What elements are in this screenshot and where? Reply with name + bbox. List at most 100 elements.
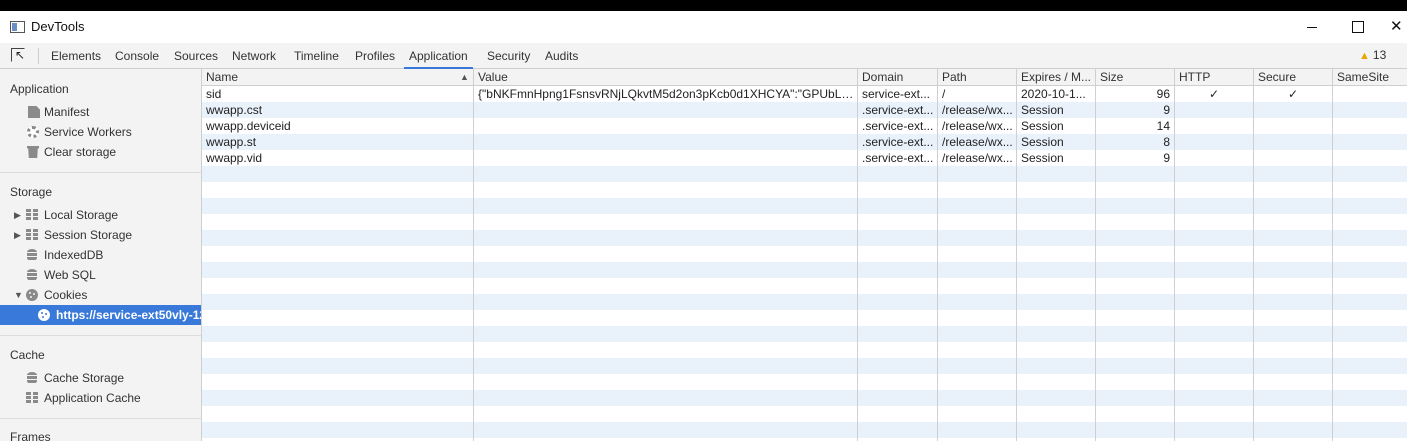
cell-size: 96 [1156, 87, 1170, 101]
cell-samesite [1333, 134, 1407, 150]
collapse-arrow-icon[interactable]: ▼ [14, 285, 23, 305]
cell-samesite [1333, 102, 1407, 118]
cell-secure: ✓ [1287, 87, 1299, 101]
tab-timeline[interactable]: Timeline [294, 43, 339, 69]
cell-path: /release/wx... [942, 119, 1013, 133]
tab-network[interactable]: Network [232, 43, 276, 69]
cell-secure [1254, 102, 1332, 118]
sidebar-item-cache-storage[interactable]: Cache Storage [0, 368, 201, 388]
table-row[interactable]: wwapp.cst .service-ext... /release/wx...… [202, 102, 1407, 118]
expand-arrow-icon[interactable]: ▶ [14, 225, 21, 245]
column-header-http[interactable]: HTTP [1175, 69, 1253, 86]
cell-expires: Session [1021, 135, 1064, 149]
section-title-frames: Frames [10, 430, 51, 441]
cookies-table: Name ▲ Value Domain Path Expires / M... … [202, 69, 1407, 441]
sidebar-item-clear-storage[interactable]: Clear storage [0, 142, 201, 162]
cell-http [1175, 118, 1253, 134]
cell-domain: service-ext... [862, 87, 931, 101]
tab-profiles[interactable]: Profiles [355, 43, 395, 69]
sidebar-item-cookies[interactable]: ▼ Cookies [0, 285, 201, 305]
tab-security[interactable]: Security [487, 43, 530, 69]
cell-domain: .service-ext... [862, 119, 934, 133]
cell-secure [1254, 134, 1332, 150]
column-header-name[interactable]: Name [202, 69, 473, 86]
maximize-button[interactable] [1345, 16, 1369, 38]
tab-console[interactable]: Console [115, 43, 159, 69]
section-divider [0, 418, 201, 419]
cell-value: {"bNKFmnHpng1FsnsvRNjLQkvtM5d2on3pKcb0d1… [478, 87, 857, 101]
sidebar-item-label: https://service-ext50vly-125 [56, 308, 202, 322]
tab-audits[interactable]: Audits [545, 43, 578, 69]
cell-size: 9 [1163, 103, 1170, 117]
column-header-expires[interactable]: Expires / M... [1017, 69, 1096, 86]
warnings-count: 13 [1372, 48, 1387, 62]
cell-samesite [1333, 150, 1407, 166]
manifest-icon [28, 106, 40, 118]
inspect-element-icon[interactable] [11, 48, 25, 62]
sidebar-item-application-cache[interactable]: Application Cache [0, 388, 201, 408]
toolbar-divider [38, 48, 39, 64]
cell-samesite [1333, 86, 1407, 102]
section-title-cache: Cache [10, 348, 45, 362]
sidebar-item-label: Session Storage [44, 228, 133, 242]
table-row[interactable]: sid {"bNKFmnHpng1FsnsvRNjLQkvtM5d2on3pKc… [202, 86, 1407, 102]
column-header-samesite[interactable]: SameSite [1333, 69, 1407, 86]
cell-name: wwapp.deviceid [206, 119, 291, 133]
table-row[interactable]: wwapp.st .service-ext... /release/wx... … [202, 134, 1407, 150]
cell-domain: .service-ext... [862, 103, 934, 117]
warnings-counter[interactable]: ▲ 13 [1359, 48, 1386, 62]
column-header-path[interactable]: Path [938, 69, 1017, 86]
sidebar-item-label: Service Workers [44, 125, 132, 139]
warning-icon: ▲ [1359, 50, 1370, 62]
cell-size: 9 [1163, 151, 1170, 165]
column-header-size[interactable]: Size [1096, 69, 1174, 86]
cell-expires: Session [1021, 119, 1064, 133]
sidebar-item-service-workers[interactable]: Service Workers [0, 122, 201, 142]
cell-path: /release/wx... [942, 103, 1013, 117]
column-header-domain[interactable]: Domain [858, 69, 937, 86]
cell-size: 8 [1163, 135, 1170, 149]
tab-elements[interactable]: Elements [51, 43, 101, 69]
sidebar-item-cookie-origin[interactable]: https://service-ext50vly-125 [0, 305, 202, 325]
cell-size: 14 [1156, 119, 1170, 133]
grid-icon [26, 229, 38, 241]
minimize-button[interactable] [1300, 16, 1324, 38]
table-header: Name ▲ Value Domain Path Expires / M... … [202, 69, 1407, 86]
sidebar-item-local-storage[interactable]: ▶ Local Storage [0, 205, 201, 225]
cell-path: /release/wx... [942, 135, 1013, 149]
sidebar-item-label: Cookies [44, 288, 88, 302]
cell-samesite [1333, 118, 1407, 134]
sidebar-item-label: Cache Storage [44, 371, 125, 385]
sidebar-item-web-sql[interactable]: Web SQL [0, 265, 201, 285]
cell-name: sid [206, 87, 222, 101]
sidebar-item-label: Local Storage [44, 208, 119, 222]
cell-http [1175, 102, 1253, 118]
devtools-app-icon [10, 21, 25, 33]
table-row[interactable]: wwapp.deviceid .service-ext... /release/… [202, 118, 1407, 134]
cell-http [1175, 150, 1253, 166]
screen-top-strip [0, 0, 1407, 11]
sidebar-item-indexeddb[interactable]: IndexedDB [0, 245, 201, 265]
cell-domain: .service-ext... [862, 135, 934, 149]
sidebar-item-label: Web SQL [44, 268, 96, 282]
database-icon [27, 372, 37, 384]
expand-arrow-icon[interactable]: ▶ [14, 205, 21, 225]
cell-http [1175, 134, 1253, 150]
sidebar-item-session-storage[interactable]: ▶ Session Storage [0, 225, 201, 245]
tab-application[interactable]: Application [404, 43, 473, 69]
cookie-icon [26, 289, 38, 301]
close-button[interactable]: ✕ [1390, 16, 1407, 38]
cell-value [474, 102, 857, 118]
sidebar-item-label: IndexedDB [44, 248, 104, 262]
grid-icon [26, 209, 38, 221]
table-row[interactable]: wwapp.vid .service-ext... /release/wx...… [202, 150, 1407, 166]
cell-http: ✓ [1208, 87, 1220, 101]
title-bar: DevTools ✕ [0, 11, 1407, 43]
cell-name: wwapp.st [206, 135, 257, 149]
sidebar-item-manifest[interactable]: Manifest [0, 102, 201, 122]
column-header-value[interactable]: Value [474, 69, 857, 86]
sidebar-item-label: Manifest [44, 105, 90, 119]
column-header-secure[interactable]: Secure [1254, 69, 1332, 86]
tab-sources[interactable]: Sources [174, 43, 218, 69]
trash-icon [27, 146, 39, 158]
